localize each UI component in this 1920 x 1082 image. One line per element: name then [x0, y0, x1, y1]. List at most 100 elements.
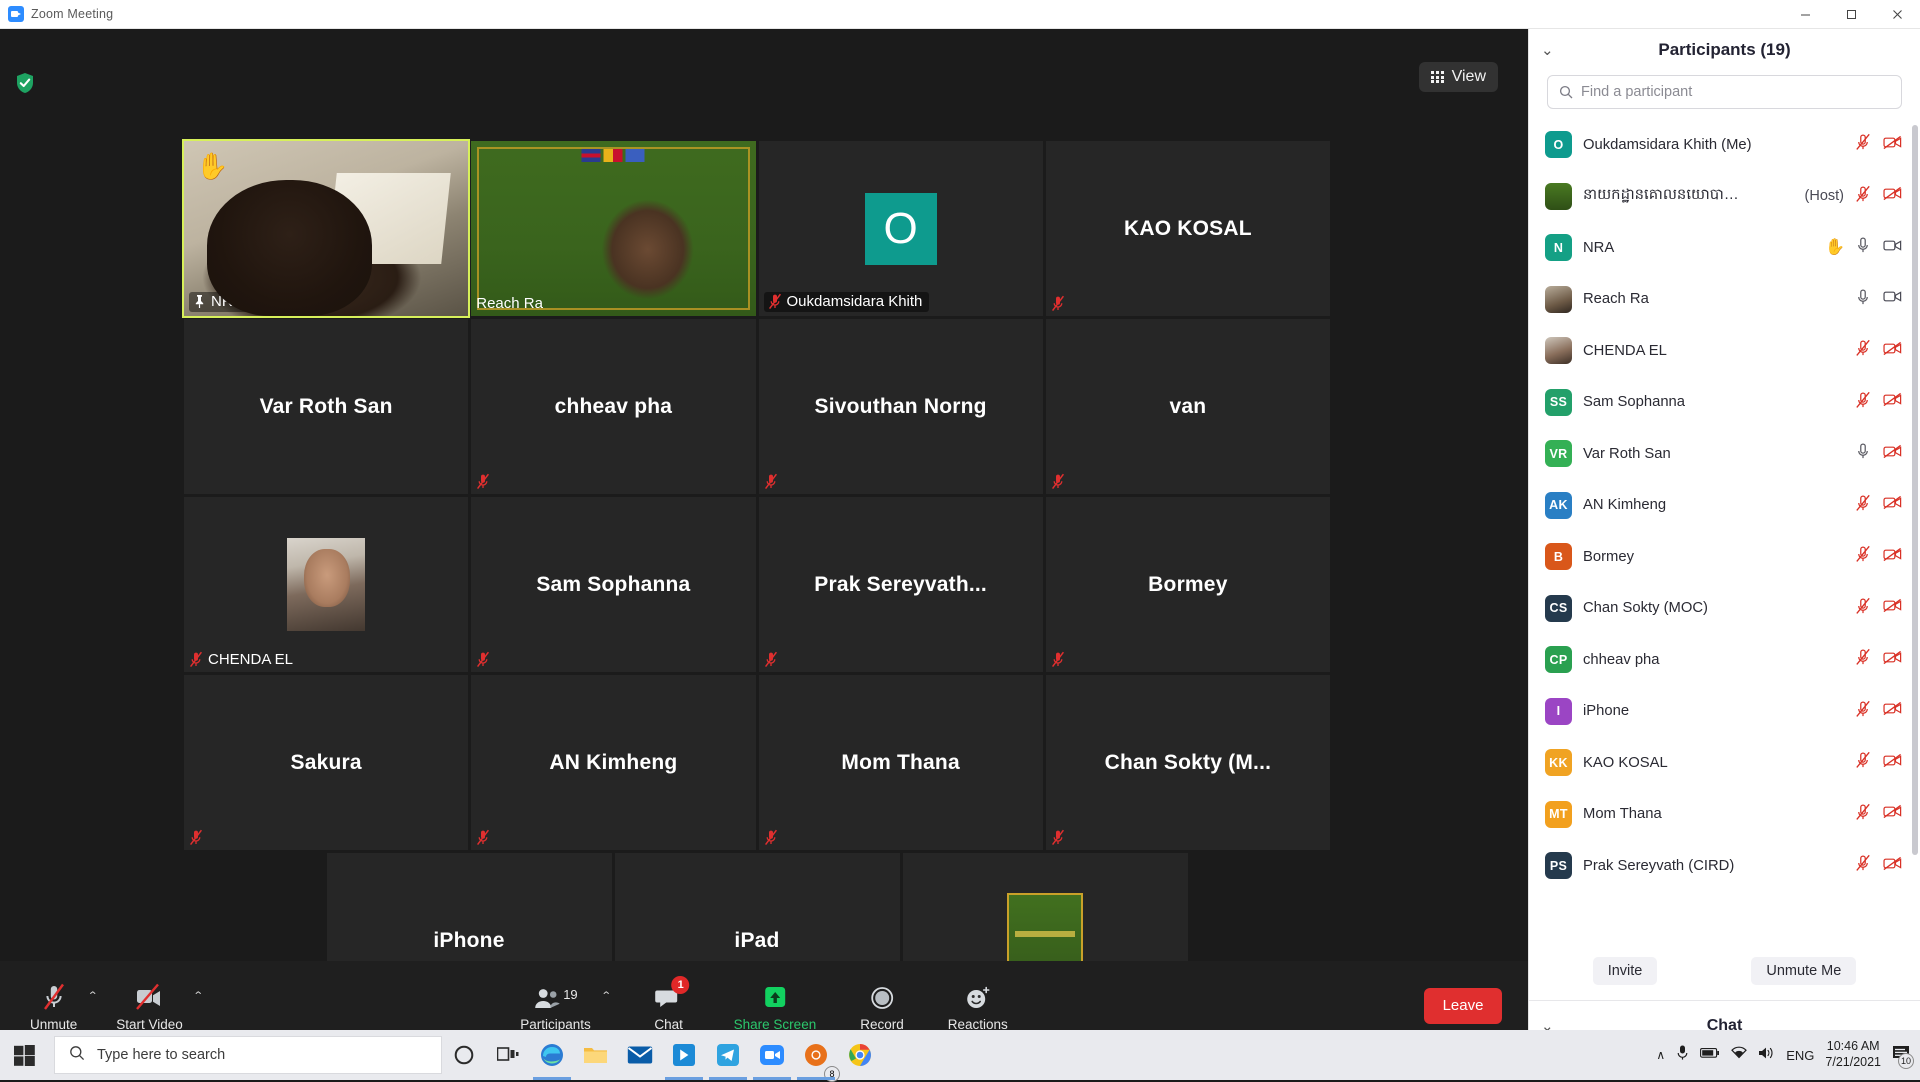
video-tile[interactable]: AN Kimheng: [471, 675, 755, 850]
mic-muted-icon[interactable]: [1855, 545, 1871, 568]
video-tile[interactable]: Var Roth San: [184, 319, 468, 494]
video-tile[interactable]: Prak Sereyvath...: [759, 497, 1043, 672]
participant-row[interactable]: Reach Ra: [1529, 274, 1920, 326]
maximize-button[interactable]: [1828, 0, 1874, 29]
video-tile[interactable]: O Oukdamsidara Khith: [759, 141, 1043, 316]
participants-options-caret-icon[interactable]: ⌃: [601, 989, 612, 1002]
chevron-down-icon[interactable]: ⌄: [1541, 41, 1554, 59]
record-button[interactable]: Record: [852, 976, 912, 1036]
unmute-button[interactable]: Unmute: [22, 976, 85, 1036]
participant-list[interactable]: OOukdamsidara Khith (Me)នាយកដ្ឋានគោលនយោប…: [1529, 119, 1920, 942]
video-off-icon[interactable]: [1883, 135, 1902, 155]
participant-search-box[interactable]: [1547, 75, 1902, 109]
mic-muted-icon[interactable]: [1855, 854, 1871, 877]
participant-row[interactable]: SSSam Sophanna: [1529, 377, 1920, 429]
taskbar-item-zoom[interactable]: [750, 1030, 794, 1080]
participant-row[interactable]: BBormey: [1529, 531, 1920, 583]
video-tile[interactable]: Chan Sokty (M...: [1046, 675, 1330, 850]
start-video-button[interactable]: Start Video: [108, 976, 191, 1036]
mic-muted-icon[interactable]: [1855, 494, 1871, 517]
video-tile[interactable]: ✋ NRA: [184, 141, 468, 316]
video-options-caret-icon[interactable]: ⌃: [193, 989, 204, 1002]
start-button[interactable]: [0, 1030, 48, 1080]
video-off-icon[interactable]: [1883, 598, 1902, 618]
video-off-icon[interactable]: [1883, 495, 1902, 515]
unmute-me-button[interactable]: Unmute Me: [1751, 957, 1856, 985]
taskbar-item-chrome-beta[interactable]: 8: [794, 1030, 838, 1080]
leave-button[interactable]: Leave: [1424, 988, 1502, 1024]
tray-language-indicator[interactable]: ENG: [1786, 1048, 1814, 1063]
participant-row[interactable]: CHENDA EL: [1529, 325, 1920, 377]
video-tile[interactable]: Bormey: [1046, 497, 1330, 672]
mic-muted-icon[interactable]: [1855, 751, 1871, 774]
video-off-icon[interactable]: [1883, 186, 1902, 206]
notifications-icon[interactable]: 10: [1892, 1044, 1912, 1067]
tray-network-icon[interactable]: [1731, 1046, 1747, 1064]
tray-battery-icon[interactable]: [1700, 1046, 1720, 1064]
taskbar-item-cortana[interactable]: [442, 1030, 486, 1080]
view-button[interactable]: View: [1419, 62, 1498, 92]
taskbar-item-file-explorer[interactable]: [574, 1030, 618, 1080]
mic-icon[interactable]: [1855, 442, 1871, 465]
taskbar-item-task-view[interactable]: [486, 1030, 530, 1080]
video-icon[interactable]: [1883, 289, 1902, 309]
close-button[interactable]: [1874, 0, 1920, 29]
video-off-icon[interactable]: [1883, 547, 1902, 567]
participant-row[interactable]: MTMom Thana: [1529, 789, 1920, 841]
tray-expand-chevron-icon[interactable]: ∧: [1656, 1048, 1665, 1062]
video-icon[interactable]: [1883, 238, 1902, 258]
participant-row[interactable]: នាយកដ្ឋានគោលនយោបា…(Host): [1529, 171, 1920, 223]
taskbar-item-telegram[interactable]: [706, 1030, 750, 1080]
video-tile[interactable]: van: [1046, 319, 1330, 494]
video-off-icon[interactable]: [1883, 804, 1902, 824]
taskbar-item-microsoft-store[interactable]: [662, 1030, 706, 1080]
participant-row[interactable]: CSChan Sokty (MOC): [1529, 583, 1920, 635]
participant-row[interactable]: NNRA✋: [1529, 222, 1920, 274]
video-tile[interactable]: Sivouthan Norng: [759, 319, 1043, 494]
taskbar-item-mail[interactable]: [618, 1030, 662, 1080]
video-tile[interactable]: Sam Sophanna: [471, 497, 755, 672]
minimize-button[interactable]: [1782, 0, 1828, 29]
security-shield-icon[interactable]: [15, 72, 35, 94]
participant-row[interactable]: AKAN Kimheng: [1529, 480, 1920, 532]
video-off-icon[interactable]: [1883, 444, 1902, 464]
video-off-icon[interactable]: [1883, 753, 1902, 773]
participants-button[interactable]: 19 Participants: [512, 976, 599, 1036]
taskbar-clock[interactable]: 10:46 AM 7/21/2021: [1825, 1039, 1881, 1070]
video-off-icon[interactable]: [1883, 856, 1902, 876]
participant-row[interactable]: OOukdamsidara Khith (Me): [1529, 119, 1920, 171]
video-off-icon[interactable]: [1883, 341, 1902, 361]
video-tile[interactable]: chheav pha: [471, 319, 755, 494]
tray-microphone-icon[interactable]: [1676, 1044, 1689, 1066]
audio-options-caret-icon[interactable]: ⌃: [87, 989, 98, 1002]
participant-row[interactable]: IiPhone: [1529, 686, 1920, 738]
video-off-icon[interactable]: [1883, 650, 1902, 670]
video-off-icon[interactable]: [1883, 392, 1902, 412]
video-tile[interactable]: CHENDA EL: [184, 497, 468, 672]
video-tile[interactable]: Reach Ra: [471, 141, 755, 316]
video-off-icon[interactable]: [1883, 701, 1902, 721]
taskbar-search-box[interactable]: Type here to search: [54, 1036, 442, 1074]
mic-muted-icon[interactable]: [1855, 700, 1871, 723]
participant-row[interactable]: CPchheav pha: [1529, 634, 1920, 686]
mic-muted-icon[interactable]: [1855, 803, 1871, 826]
chat-button[interactable]: 1 Chat: [640, 976, 698, 1036]
taskbar-item-microsoft-edge[interactable]: [530, 1030, 574, 1080]
mic-muted-icon[interactable]: [1855, 648, 1871, 671]
participant-row[interactable]: VRVar Roth San: [1529, 428, 1920, 480]
participant-row[interactable]: KKKAO KOSAL: [1529, 737, 1920, 789]
mic-icon[interactable]: [1855, 288, 1871, 311]
share-screen-button[interactable]: Share Screen: [726, 976, 825, 1036]
mic-muted-icon[interactable]: [1855, 133, 1871, 156]
mic-muted-icon[interactable]: [1855, 185, 1871, 208]
taskbar-item-google-chrome[interactable]: [838, 1030, 882, 1080]
invite-button[interactable]: Invite: [1593, 957, 1658, 985]
participant-list-scrollbar[interactable]: [1912, 125, 1918, 855]
tray-volume-icon[interactable]: [1758, 1046, 1775, 1065]
participant-search-input[interactable]: [1581, 84, 1890, 100]
participant-row[interactable]: PSPrak Sereyvath (CIRD): [1529, 840, 1920, 892]
mic-muted-icon[interactable]: [1855, 391, 1871, 414]
mic-muted-icon[interactable]: [1855, 339, 1871, 362]
video-tile[interactable]: Sakura: [184, 675, 468, 850]
mic-icon[interactable]: [1855, 236, 1871, 259]
